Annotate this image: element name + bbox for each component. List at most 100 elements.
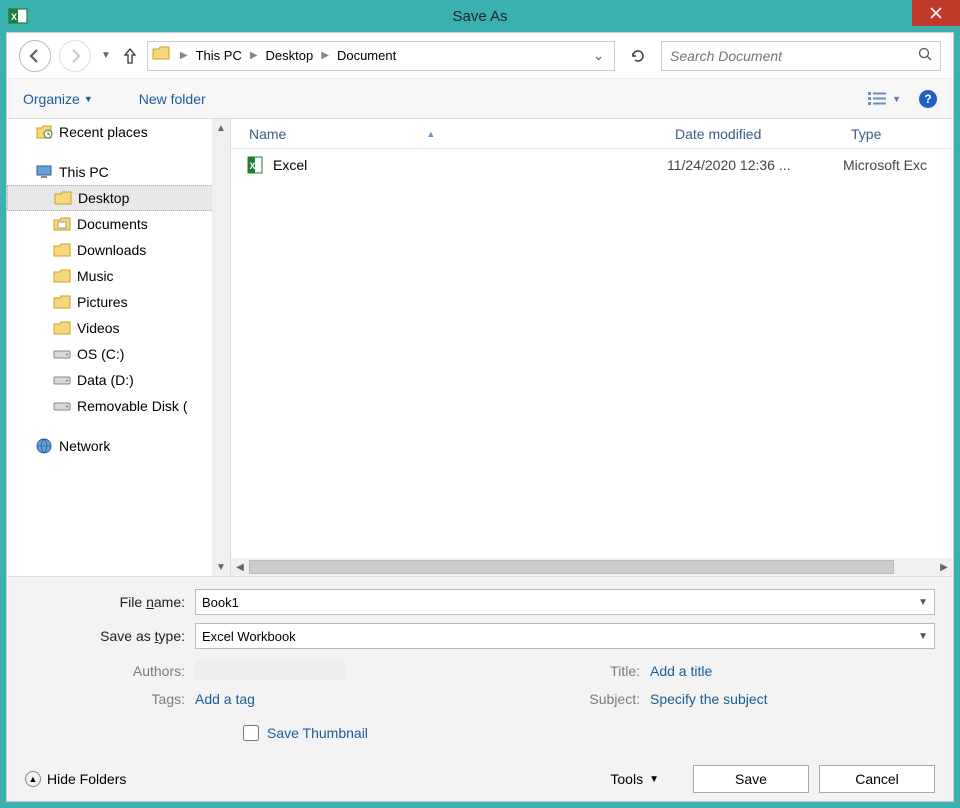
disk-icon	[53, 371, 71, 389]
organize-menu[interactable]: Organize ▼	[23, 91, 93, 107]
tree-item[interactable]: Documents	[7, 211, 230, 237]
refresh-button[interactable]	[623, 41, 653, 71]
column-type[interactable]: Type	[843, 126, 953, 142]
file-row[interactable]: XExcel11/24/2020 12:36 ...Microsoft Exc	[231, 149, 953, 181]
breadcrumb-item-document[interactable]: Document	[333, 46, 400, 65]
authors-label: Authors:	[25, 663, 195, 679]
subject-field[interactable]: Specify the subject	[650, 691, 768, 707]
disk-icon	[53, 397, 71, 415]
search-box[interactable]	[661, 41, 941, 71]
organize-label: Organize	[23, 91, 80, 107]
tree-item-label: Removable Disk (	[77, 398, 187, 414]
chevron-down-icon[interactable]: ▼	[918, 597, 928, 608]
tree-item-label: This PC	[59, 164, 109, 180]
scroll-right-icon[interactable]: ▶	[935, 562, 953, 573]
folder-icon	[152, 46, 172, 66]
dialog-body: ▼ ▶ This PC ▶ Desktop ▶ Document ⌄	[6, 32, 954, 802]
authors-field[interactable]	[195, 660, 345, 683]
save-thumbnail-input[interactable]	[243, 725, 259, 741]
tree-item[interactable]: OS (C:)	[7, 341, 230, 367]
sort-indicator-icon: ▲	[426, 129, 435, 139]
nav-tree: Recent places This PC Desktop Documents Down…	[7, 119, 231, 576]
tree-item[interactable]: Recent places	[7, 119, 230, 145]
title-field[interactable]: Add a title	[650, 663, 712, 679]
footer-bar: ▲ Hide Folders Tools ▼ Save Cancel	[25, 759, 935, 793]
tree-item-label: Desktop	[78, 190, 129, 206]
search-input[interactable]	[670, 48, 912, 64]
tree-item-label: Downloads	[77, 242, 146, 258]
search-icon[interactable]	[918, 47, 932, 64]
filename-value: Book1	[202, 595, 239, 610]
cancel-button[interactable]: Cancel	[819, 765, 935, 793]
excel-app-icon: X	[8, 6, 28, 26]
save-thumbnail-checkbox[interactable]: Save Thumbnail	[243, 725, 935, 741]
view-list-icon	[868, 91, 888, 107]
file-list: XExcel11/24/2020 12:36 ...Microsoft Exc	[231, 149, 953, 558]
chevron-down-icon: ▼	[84, 94, 93, 104]
scroll-left-icon[interactable]: ◀	[231, 562, 249, 573]
file-hscrollbar[interactable]: ◀ ▶	[231, 558, 953, 576]
navbar: ▼ ▶ This PC ▶ Desktop ▶ Document ⌄	[7, 33, 953, 79]
up-button[interactable]	[121, 45, 139, 67]
tree-item-label: Documents	[77, 216, 148, 232]
hide-folders-toggle[interactable]: ▲ Hide Folders	[25, 771, 126, 787]
subject-label: Subject:	[480, 691, 650, 707]
folder-icon	[53, 241, 71, 259]
disk-icon	[53, 345, 71, 363]
savetype-combo[interactable]: Excel Workbook ▼	[195, 623, 935, 649]
breadcrumb-item-thispc[interactable]: This PC	[192, 46, 246, 65]
tree-item[interactable]: Network	[7, 433, 230, 459]
tags-field[interactable]: Add a tag	[195, 691, 255, 707]
column-date[interactable]: Date modified	[667, 126, 843, 142]
file-date: 11/24/2020 12:36 ...	[667, 157, 843, 173]
docfolder-icon	[53, 215, 71, 233]
back-button[interactable]	[19, 40, 51, 72]
tree-item-label: Pictures	[77, 294, 128, 310]
save-button[interactable]: Save	[693, 765, 809, 793]
filename-label: File name:	[25, 594, 195, 610]
history-dropdown[interactable]: ▼	[101, 50, 111, 61]
tree-item-label: Recent places	[59, 124, 148, 140]
tree-scrollbar[interactable]: ▲ ▼	[212, 119, 230, 576]
save-as-window: X Save As ▼ ▶ This PC ▶	[0, 0, 960, 808]
folder-icon	[53, 319, 71, 337]
tree-item-label: OS (C:)	[77, 346, 124, 362]
tree-item[interactable]: Removable Disk (	[7, 393, 230, 419]
save-thumbnail-label: Save Thumbnail	[267, 725, 368, 741]
chevron-right-icon: ▶	[250, 50, 258, 61]
breadcrumb-dropdown[interactable]: ⌄	[593, 48, 604, 64]
pc-icon	[35, 163, 53, 181]
tree-item[interactable]: Data (D:)	[7, 367, 230, 393]
new-folder-button[interactable]: New folder	[139, 91, 206, 107]
tree-item-label: Network	[59, 438, 110, 454]
folder-icon	[53, 267, 71, 285]
help-button[interactable]: ?	[919, 90, 937, 108]
title-label: Title:	[480, 663, 650, 679]
excel-file-icon: X	[245, 155, 265, 175]
toolbar: Organize ▼ New folder ▼ ?	[7, 79, 953, 119]
scroll-up-icon[interactable]: ▲	[212, 119, 230, 137]
chevron-down-icon[interactable]: ▼	[918, 631, 928, 642]
breadcrumb-item-desktop[interactable]: Desktop	[262, 46, 318, 65]
close-button[interactable]	[912, 0, 960, 26]
tree-item[interactable]: Pictures	[7, 289, 230, 315]
scroll-down-icon[interactable]: ▼	[212, 558, 230, 576]
tools-menu[interactable]: Tools ▼	[610, 771, 659, 787]
tree-item[interactable]: Music	[7, 263, 230, 289]
forward-button[interactable]	[59, 40, 91, 72]
breadcrumb[interactable]: ▶ This PC ▶ Desktop ▶ Document ⌄	[147, 41, 615, 71]
hide-folders-label: Hide Folders	[47, 771, 126, 787]
scroll-thumb[interactable]	[249, 560, 894, 574]
tree-item[interactable]: Downloads	[7, 237, 230, 263]
tree-item[interactable]: This PC	[7, 159, 230, 185]
bottom-panel: File name: Book1 ▼ Save as type: Excel W…	[7, 576, 953, 801]
window-title: Save As	[452, 8, 507, 25]
view-menu[interactable]: ▼	[868, 91, 901, 107]
chevron-right-icon: ▶	[321, 50, 329, 61]
filename-combo[interactable]: Book1 ▼	[195, 589, 935, 615]
titlebar: X Save As	[0, 0, 960, 32]
svg-text:X: X	[11, 12, 17, 22]
column-name[interactable]: Name ▲	[231, 126, 667, 142]
tree-item[interactable]: Desktop	[7, 185, 230, 211]
tree-item[interactable]: Videos	[7, 315, 230, 341]
